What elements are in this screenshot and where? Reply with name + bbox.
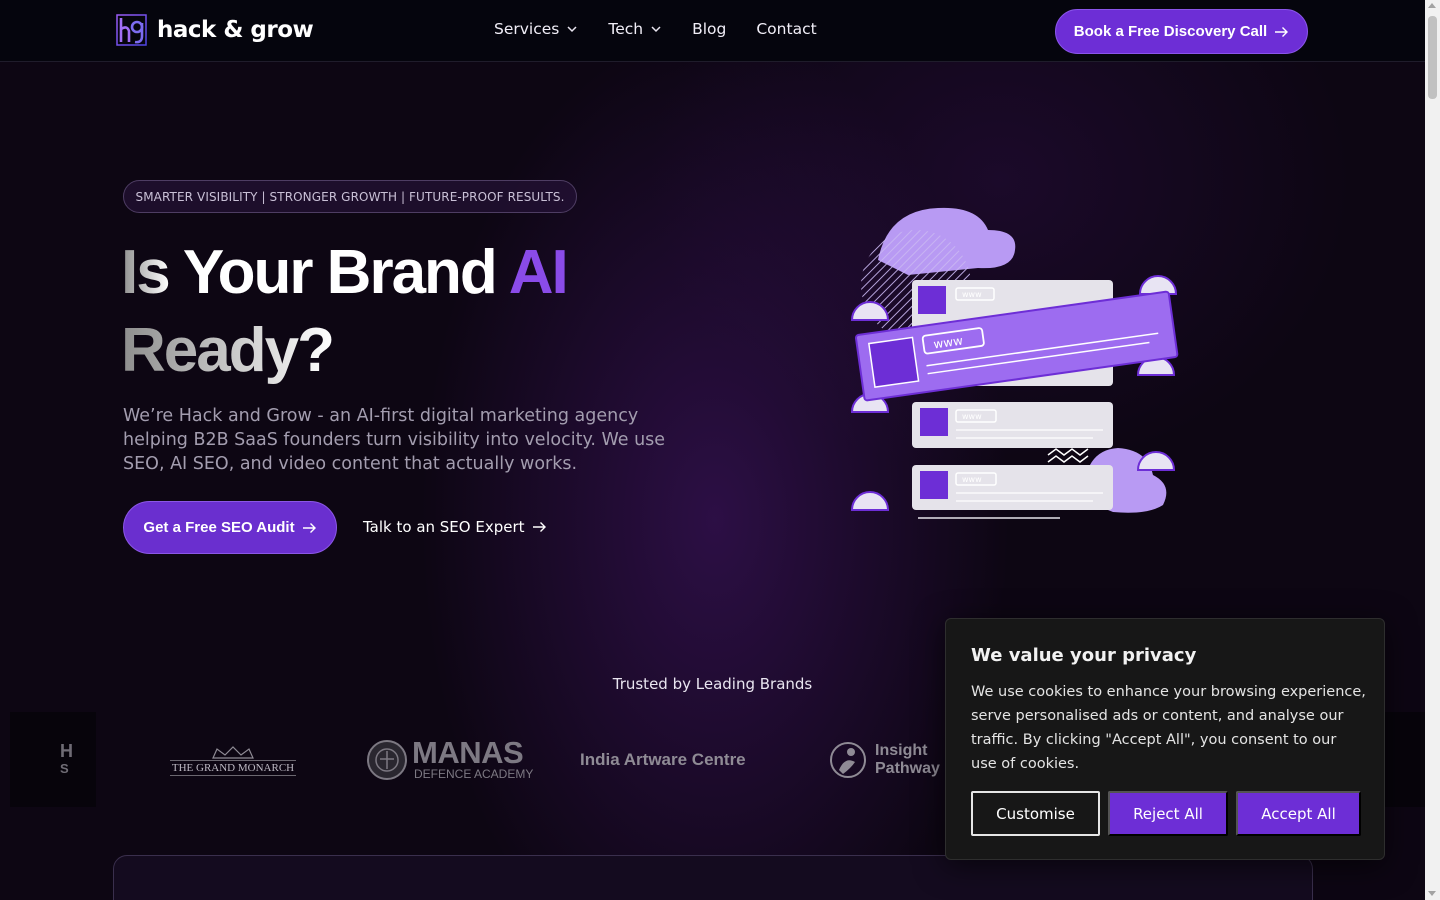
logo-strip-edge: [1385, 712, 1425, 807]
book-discovery-call-button[interactable]: Book a Free Discovery Call: [1055, 9, 1308, 54]
arrow-right-icon: [1275, 26, 1289, 37]
scroll-down-icon[interactable]: [1428, 891, 1436, 896]
book-discovery-call-label: Book a Free Discovery Call: [1073, 23, 1268, 40]
nav-item-label: Tech: [608, 20, 644, 38]
headline-your-brand: Your Brand: [168, 238, 509, 307]
talk-to-seo-expert-label: Talk to an SEO Expert: [363, 518, 525, 536]
reject-all-button[interactable]: Reject All: [1108, 791, 1228, 836]
www-label: www: [962, 290, 982, 299]
free-seo-audit-button[interactable]: Get a Free SEO Audit: [123, 501, 337, 554]
chevron-down-icon: [651, 26, 661, 33]
site-header: hack & grow Services Tech Blog Contact B…: [0, 0, 1425, 62]
headline-is: Is: [121, 238, 171, 307]
free-seo-audit-label: Get a Free SEO Audit: [143, 519, 295, 536]
arrow-right-icon: [532, 522, 546, 532]
insight-pathway-icon: [830, 742, 866, 778]
next-section-card: [113, 855, 1313, 900]
brand-logo-grand-monarch: THE GRAND MONARCH: [163, 738, 303, 784]
academy-emblem-icon: [367, 740, 407, 780]
cookie-title: We value your privacy: [971, 645, 1197, 666]
grand-monarch-text: THE GRAND MONARCH: [169, 760, 297, 776]
brand-logo[interactable]: hack & grow: [116, 14, 314, 46]
nav-item-tech[interactable]: Tech: [608, 20, 662, 38]
nav-item-contact[interactable]: Contact: [756, 20, 816, 38]
main-nav: Services Tech Blog Contact: [494, 20, 847, 38]
hero-tagline: SMARTER VISIBILITY | STRONGER GROWTH | F…: [135, 189, 565, 204]
manas-text: MANAS: [412, 735, 524, 770]
headline-ai: AI: [508, 238, 569, 307]
brand-logo-insight-pathway: Insight Pathway: [829, 740, 944, 780]
talk-to-seo-expert-link[interactable]: Talk to an SEO Expert: [363, 514, 547, 540]
nav-item-blog[interactable]: Blog: [692, 20, 726, 38]
nav-item-label: Blog: [692, 20, 727, 38]
logo-strip-edge: H S: [10, 712, 96, 807]
hero-illustration: www www www www: [850, 207, 1179, 519]
www-label: www: [962, 475, 982, 484]
brand-logo-india-artware: India Artware Centre: [580, 750, 746, 770]
cookie-body: We use cookies to enhance your browsing …: [971, 684, 1366, 772]
hg-logo-icon: [116, 14, 147, 46]
chevron-down-icon: [567, 26, 577, 33]
nav-item-label: Services: [494, 20, 560, 38]
crown-icon: [212, 746, 254, 759]
brand-logo-manas: MANAS DEFENCE ACADEMY: [366, 737, 533, 783]
pathway-text: Pathway: [875, 760, 940, 777]
customise-button[interactable]: Customise: [971, 791, 1100, 836]
hero-description: We’re Hack and Grow - an AI-first digita…: [123, 406, 666, 474]
page-scrollbar[interactable]: [1425, 0, 1440, 900]
arrow-right-icon: [302, 522, 316, 533]
scrollbar-thumb[interactable]: [1428, 16, 1437, 99]
hero-tagline-pill: SMARTER VISIBILITY | STRONGER GROWTH | F…: [123, 180, 577, 213]
nav-item-label: Contact: [756, 20, 817, 38]
hero-headline: Is Your Brand AI Ready?: [121, 234, 569, 390]
scroll-up-icon[interactable]: [1428, 3, 1436, 8]
cookie-consent-dialog: We value your privacy We use cookies to …: [945, 618, 1385, 860]
defence-academy-text: DEFENCE ACADEMY: [414, 767, 534, 781]
partial-brand-line2: S: [60, 761, 69, 776]
accept-all-button[interactable]: Accept All: [1236, 791, 1361, 836]
nav-item-services[interactable]: Services: [494, 20, 578, 38]
partial-brand-line1: H: [60, 741, 73, 761]
india-artware-text: India Artware Centre: [580, 750, 746, 769]
headline-ready: Ready?: [121, 316, 335, 385]
insight-text: Insight: [875, 742, 928, 759]
logo-text: hack & grow: [157, 17, 314, 43]
partial-brand-logo: H S: [60, 742, 73, 778]
www-label: www: [962, 412, 982, 421]
